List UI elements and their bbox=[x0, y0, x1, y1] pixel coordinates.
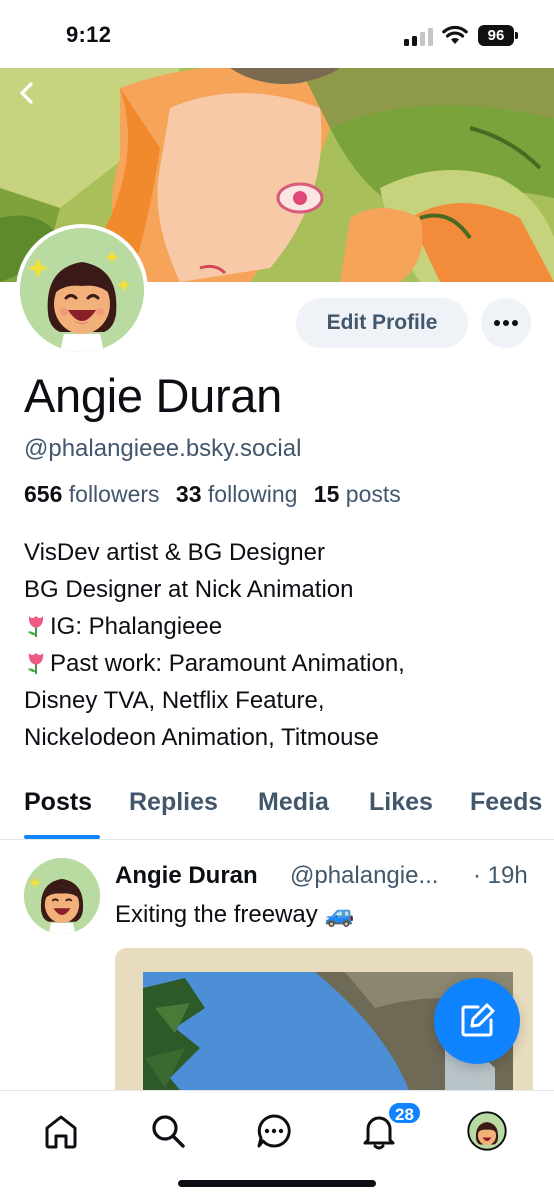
post-author-avatar[interactable] bbox=[24, 858, 100, 934]
following-link[interactable]: 33 following bbox=[176, 481, 297, 507]
bio-line: IG: Phalangieee bbox=[24, 608, 544, 645]
compose-pencil-icon bbox=[461, 1003, 495, 1037]
profile-avatar[interactable] bbox=[467, 1111, 507, 1151]
tab-replies[interactable]: Replies bbox=[129, 788, 218, 817]
following-label: following bbox=[207, 481, 298, 507]
edit-profile-button[interactable]: Edit Profile bbox=[296, 298, 468, 348]
bio-line-text: IG: Phalangieee bbox=[50, 613, 223, 640]
posts-count: 15 bbox=[313, 481, 340, 507]
followers-count: 656 bbox=[24, 481, 63, 507]
post-timestamp: · 19h bbox=[473, 862, 528, 889]
post-author-name[interactable]: Angie Duran bbox=[115, 862, 258, 890]
tab-posts[interactable]: Posts bbox=[24, 788, 92, 817]
notifications-badge: 28 bbox=[387, 1101, 422, 1125]
display-name: Angie Duran bbox=[24, 369, 282, 422]
bio-line-text: Past work: Paramount Animation, bbox=[50, 650, 405, 677]
battery-indicator: 96 bbox=[478, 25, 518, 46]
post-author-handle[interactable]: @phalangie... bbox=[290, 862, 438, 890]
wifi-icon bbox=[442, 25, 468, 44]
following-count: 33 bbox=[175, 481, 202, 507]
status-bar: 9:12 96 bbox=[0, 0, 554, 68]
cellular-signal-icon bbox=[404, 28, 434, 46]
home-indicator bbox=[178, 1180, 376, 1187]
avatar-illustration bbox=[24, 858, 100, 934]
profile-handle: @phalangieee.bsky.social bbox=[24, 435, 302, 462]
chevron-left-icon[interactable] bbox=[12, 78, 42, 108]
bio-line: Disney TVA, Netflix Feature, bbox=[24, 687, 325, 714]
search-icon[interactable] bbox=[148, 1111, 188, 1151]
tulip-icon bbox=[28, 653, 44, 674]
bio-line: Nickelodeon Animation, Titmouse bbox=[24, 724, 379, 751]
followers-link[interactable]: 656 followers bbox=[24, 481, 160, 507]
home-icon[interactable] bbox=[41, 1111, 81, 1151]
tulip-icon bbox=[28, 616, 44, 637]
post-text: Exiting the freeway 🚙 bbox=[115, 901, 355, 928]
status-time: 9:12 bbox=[66, 22, 112, 47]
bio-line: BG Designer at Nick Animation bbox=[24, 576, 354, 603]
followers-label: followers bbox=[68, 481, 160, 507]
tab-feeds[interactable]: Feeds bbox=[470, 788, 542, 817]
chat-icon[interactable] bbox=[254, 1111, 294, 1151]
profile-avatar[interactable] bbox=[16, 224, 148, 356]
posts-label: posts bbox=[345, 481, 401, 507]
tab-media[interactable]: Media bbox=[258, 788, 329, 817]
compose-button[interactable] bbox=[434, 978, 520, 1064]
posts-stat: 15 posts bbox=[314, 481, 401, 507]
bio-line: Past work: Paramount Animation, bbox=[24, 645, 544, 682]
ellipsis-icon[interactable] bbox=[481, 298, 531, 348]
profile-stats: 656 followers 33 following 15 posts bbox=[24, 481, 401, 508]
bio-line: VisDev artist & BG Designer bbox=[24, 539, 325, 566]
active-tab-indicator bbox=[24, 835, 100, 839]
tab-likes[interactable]: Likes bbox=[369, 788, 433, 817]
profile-bio: VisDev artist & BG Designer BG Designer … bbox=[24, 534, 544, 756]
avatar-illustration bbox=[20, 228, 144, 352]
profile-tabs: Posts Replies Media Likes Feeds bbox=[0, 780, 554, 840]
